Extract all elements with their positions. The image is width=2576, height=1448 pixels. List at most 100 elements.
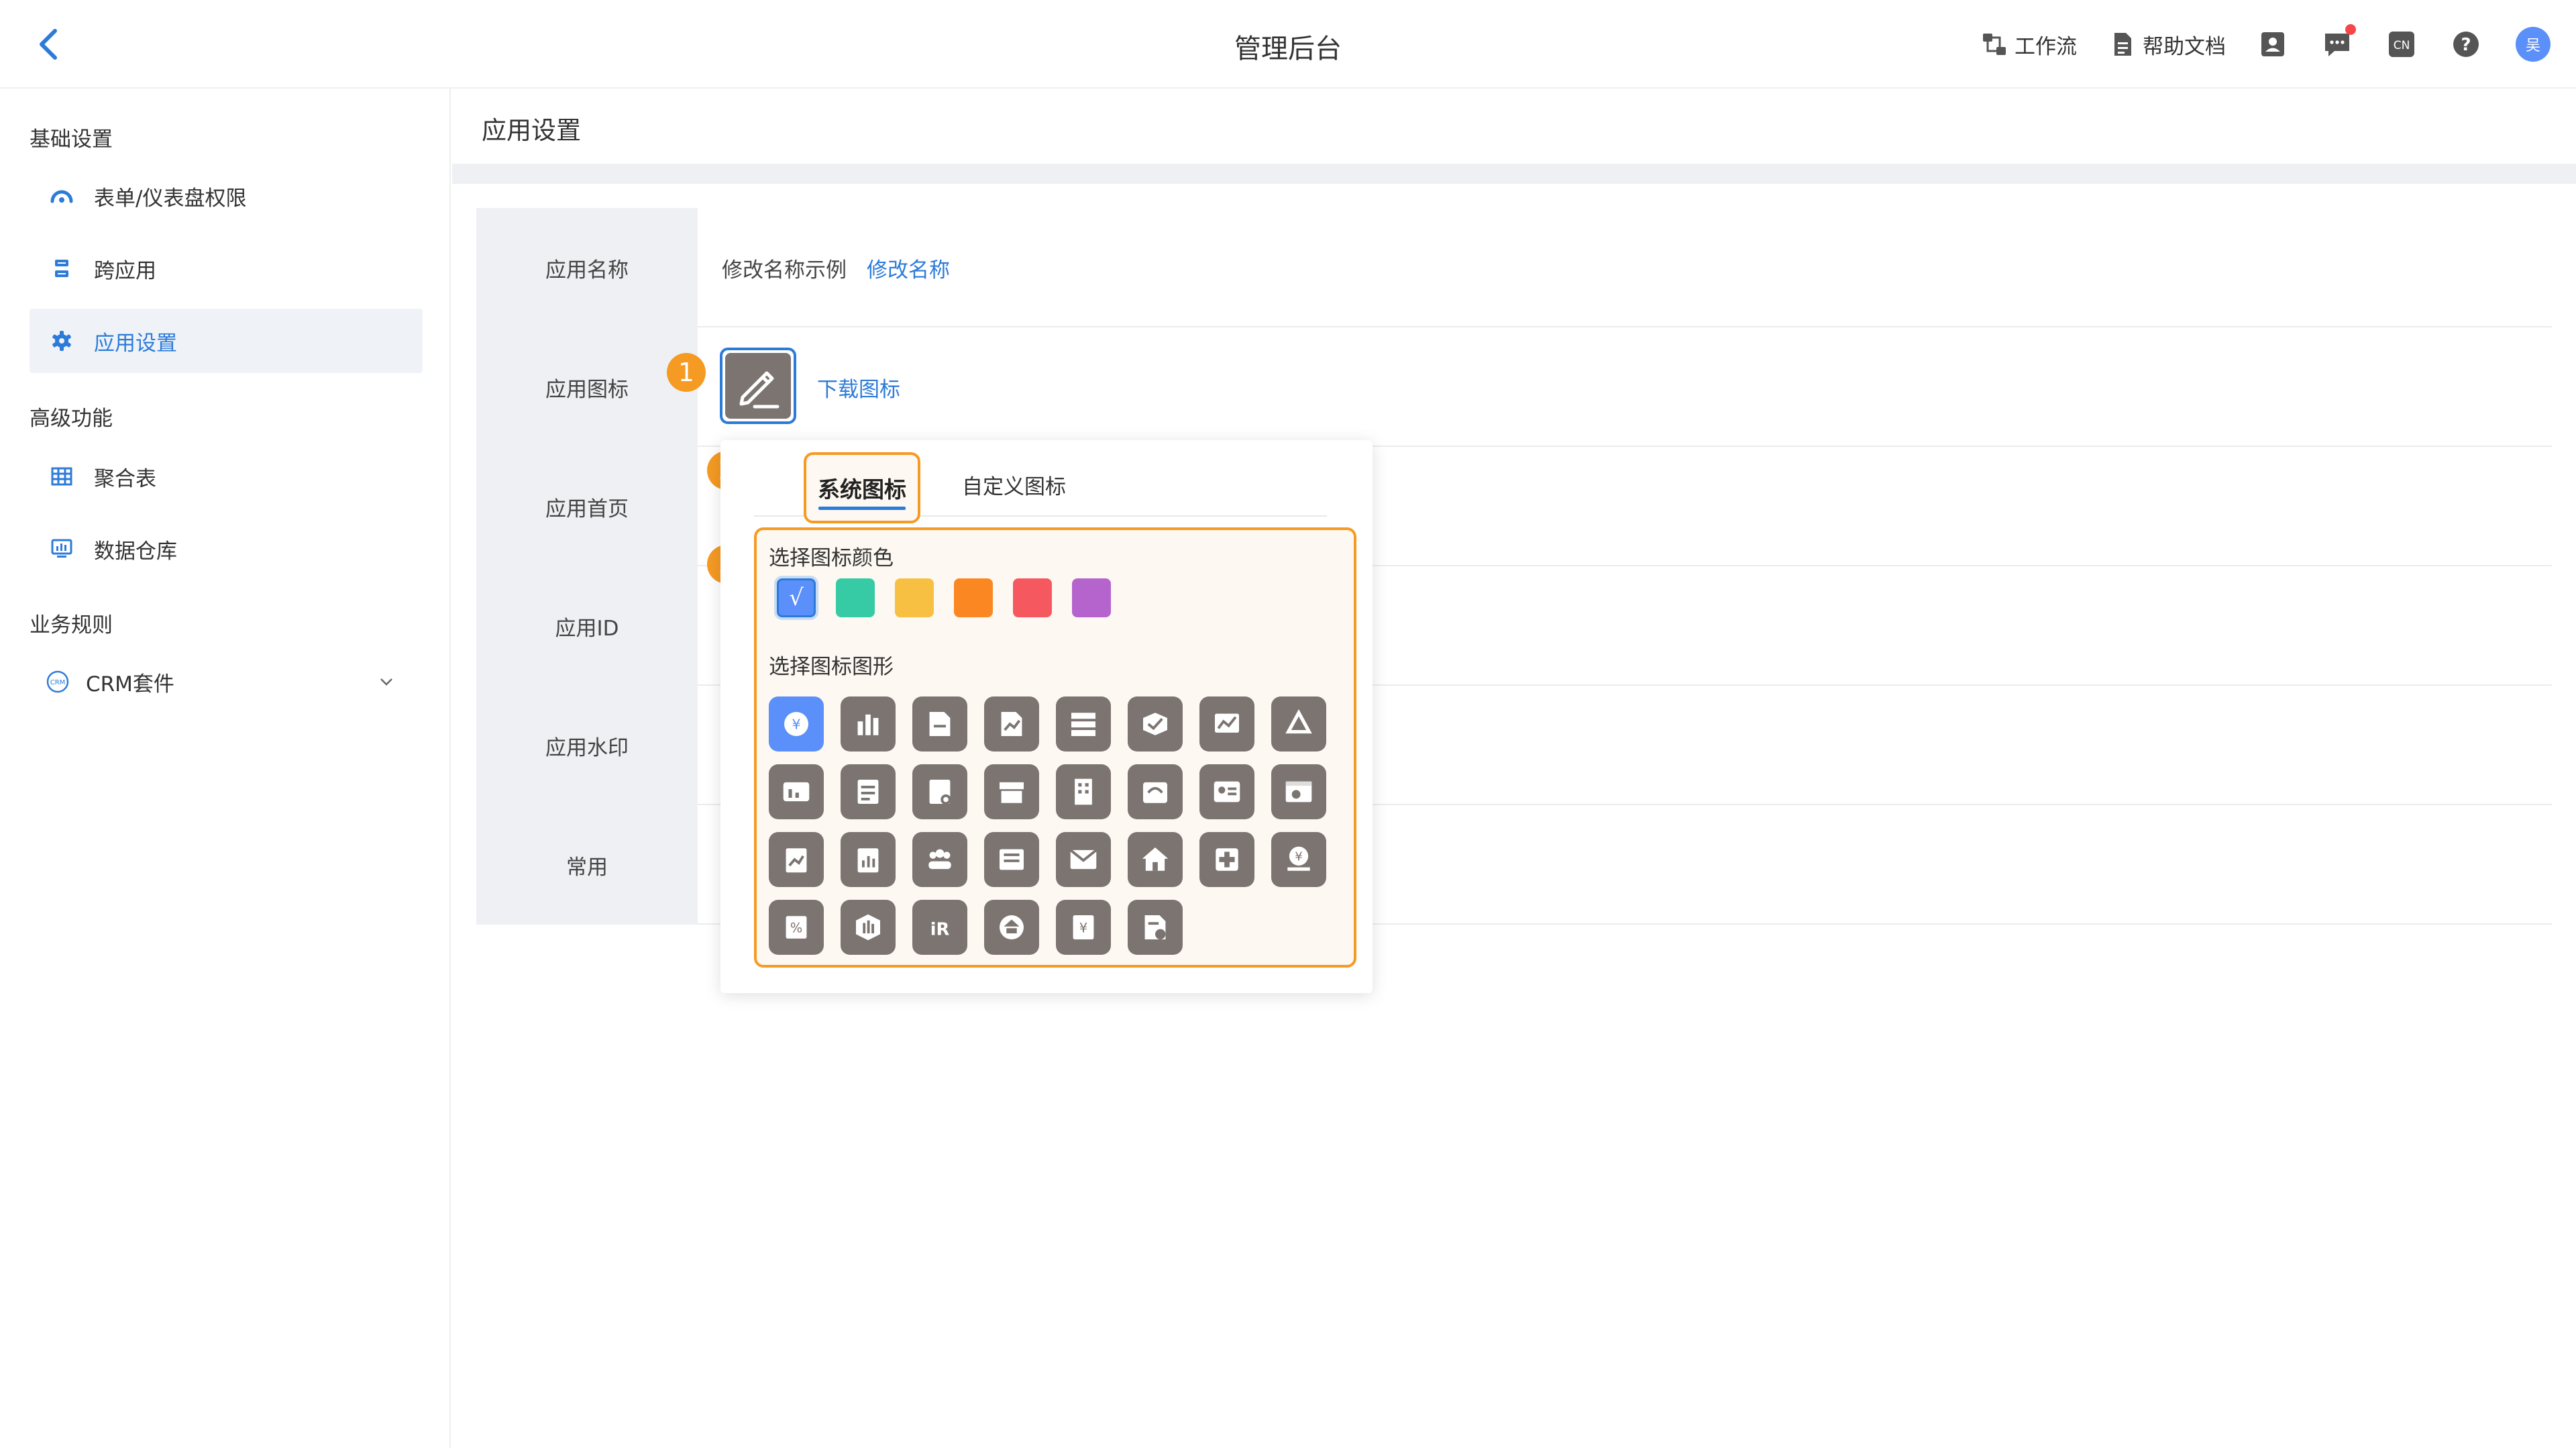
medical-cross-option[interactable]	[1199, 832, 1254, 887]
app-name-text: 修改名称示例	[722, 258, 847, 282]
rename-link[interactable]: 修改名称	[867, 253, 950, 283]
building-chart-icon	[857, 714, 879, 735]
help-icon[interactable]: ?	[2451, 30, 2481, 59]
form-label: 应用ID	[476, 566, 698, 686]
document-info-option[interactable]	[1128, 900, 1183, 955]
team-option[interactable]	[912, 832, 967, 887]
yen-hand-icon: ¥	[1287, 846, 1310, 871]
app-icon-preview[interactable]	[720, 348, 796, 424]
sidebar-item-crm-suite[interactable]: CRM CRM套件	[30, 650, 423, 714]
color-swatch[interactable]	[895, 578, 934, 617]
newspaper-icon	[1000, 849, 1024, 870]
sidebar-item-cross-app[interactable]: 跨应用	[30, 236, 423, 301]
handshake-option[interactable]	[1128, 696, 1183, 752]
help-docs-link[interactable]: 帮助文档	[2109, 30, 2226, 60]
house-icon	[1142, 847, 1169, 871]
enterprise-option[interactable]	[984, 900, 1039, 955]
top-bar: 管理后台 工作流 帮助文档 CN ? 吴	[0, 0, 2576, 89]
hr-icon: iR	[930, 920, 950, 940]
cloud-box-option[interactable]	[1128, 764, 1183, 819]
shop-option[interactable]	[984, 764, 1039, 819]
yen-pie-option[interactable]: ¥	[769, 696, 824, 752]
file-trend-option[interactable]	[984, 696, 1039, 752]
color-swatch[interactable]	[836, 578, 875, 617]
team-icon	[928, 849, 951, 870]
language-icon: CN	[2389, 32, 2414, 57]
tab-custom-icons[interactable]: 自定义图标	[962, 452, 1066, 517]
yen-hand-option[interactable]: ¥	[1271, 832, 1326, 887]
sidebar-item-aggregate-table[interactable]: 聚合表	[30, 444, 423, 509]
document-list-option[interactable]	[841, 764, 896, 819]
wallet-chart-option[interactable]	[769, 764, 824, 819]
gauge-icon	[50, 190, 73, 203]
medical-cross-icon	[1216, 848, 1238, 871]
page-title: 应用设置	[482, 116, 581, 145]
newspaper-option[interactable]	[984, 832, 1039, 887]
cross-app-icon	[55, 260, 68, 277]
house-option[interactable]	[1128, 832, 1183, 887]
sidebar-item-label: 应用设置	[94, 331, 177, 356]
mail-attachment-option[interactable]	[1056, 832, 1111, 887]
document-chart-option[interactable]	[912, 696, 967, 752]
language-button[interactable]: CN	[2387, 30, 2416, 59]
percent-tag-option[interactable]: %	[769, 900, 824, 955]
building-chart-option[interactable]	[841, 696, 896, 752]
notification-dot	[2345, 24, 2356, 35]
file-trend-icon	[1001, 712, 1022, 736]
form-row-app-name: 应用名称 修改名称示例 修改名称	[476, 208, 2552, 327]
line-chart-option[interactable]	[1199, 696, 1254, 752]
sidebar-item-form-permissions[interactable]: 表单/仪表盘权限	[30, 164, 423, 228]
tab-system-icons[interactable]: 系统图标	[804, 452, 920, 523]
recycle-option[interactable]	[1271, 696, 1326, 752]
percent-tag-icon: %	[786, 916, 807, 939]
clipboard-chart-icon	[786, 848, 807, 873]
sidebar-item-app-settings[interactable]: 应用设置	[30, 309, 423, 373]
monitor-chart-icon	[51, 539, 72, 558]
tab-label: 系统图标	[818, 476, 906, 503]
form-label: 应用首页	[476, 447, 698, 566]
active-tab-underline	[818, 507, 906, 510]
sidebar-item-label: CRM套件	[86, 672, 174, 696]
hr-option[interactable]: iR	[912, 900, 967, 955]
enterprise-icon	[1000, 915, 1024, 939]
office-building-option[interactable]	[1056, 764, 1111, 819]
server-list-option[interactable]	[1056, 696, 1111, 752]
id-card-option[interactable]	[1199, 764, 1254, 819]
yen-book-option[interactable]: ¥	[1056, 900, 1111, 955]
app-name-value: 修改名称示例 修改名称	[722, 208, 950, 327]
server-list-icon	[1071, 713, 1095, 736]
yen-pie-icon: ¥	[784, 712, 808, 736]
mail-attachment-icon	[1069, 849, 1097, 870]
color-swatch[interactable]	[1013, 578, 1052, 617]
color-swatch[interactable]	[1072, 578, 1111, 617]
svg-text:iR: iR	[930, 920, 950, 940]
clipboard-chart-option[interactable]	[769, 832, 824, 887]
id-card-icon	[1214, 781, 1240, 803]
chevron-down-icon[interactable]	[377, 672, 396, 691]
sidebar-item-data-warehouse[interactable]: 数据仓库	[30, 517, 423, 581]
sidebar-item-label: 数据仓库	[94, 539, 177, 564]
pencil-ruler-icon	[739, 371, 780, 409]
svg-text:CRM: CRM	[50, 679, 66, 686]
help-docs-label: 帮助文档	[2143, 34, 2226, 59]
file-settings-icon	[929, 780, 951, 805]
recycle-icon	[1285, 709, 1312, 734]
file-settings-option[interactable]	[912, 764, 967, 819]
back-arrow-icon[interactable]	[30, 24, 70, 64]
web-browser-option[interactable]	[1271, 764, 1326, 819]
download-icon-link[interactable]: 下载图标	[817, 372, 900, 403]
sidebar-group-rules: 业务规则	[30, 613, 113, 637]
shield-bars-option[interactable]	[841, 900, 896, 955]
header-divider	[452, 164, 2576, 184]
avatar[interactable]: 吴	[2516, 27, 2551, 62]
color-swatch[interactable]: √	[777, 578, 816, 617]
color-swatch[interactable]	[954, 578, 993, 617]
crm-icon: CRM	[46, 670, 69, 693]
clipboard-bar-option[interactable]	[841, 832, 896, 887]
workflow-link[interactable]: 工作流	[1981, 30, 2077, 60]
messages-button[interactable]	[2322, 24, 2356, 59]
line-chart-icon	[1215, 713, 1239, 733]
sidebar-item-label: 跨应用	[94, 258, 156, 283]
contacts-icon[interactable]	[2258, 30, 2288, 59]
shield-bars-icon	[856, 914, 880, 941]
